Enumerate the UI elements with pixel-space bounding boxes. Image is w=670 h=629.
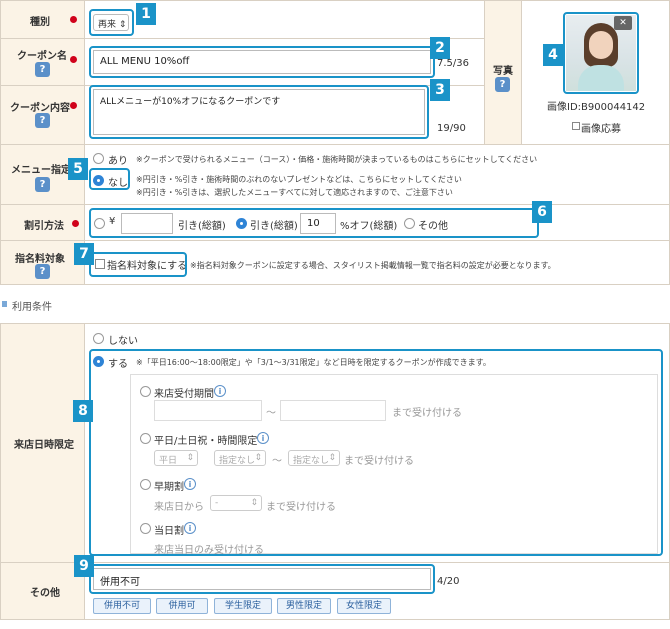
other-preset-button-1[interactable]: 併用不可 <box>93 598 151 614</box>
coupon-name-count: 7.5/36 <box>437 58 469 69</box>
badge-8: 8 <box>73 400 93 422</box>
label-discount: 割引方法 <box>24 221 64 232</box>
badge-9: 9 <box>74 555 94 577</box>
photo-apply-label: 画像応募 <box>581 124 621 135</box>
highlight-1 <box>89 9 134 36</box>
visit-none-label: しない <box>108 336 138 347</box>
menu-yes-radio[interactable] <box>93 153 104 164</box>
required-mark <box>70 56 77 63</box>
highlight-6 <box>89 208 539 238</box>
label-menu: メニュー指定 <box>11 165 71 176</box>
badge-6: 6 <box>532 201 552 223</box>
highlight-9 <box>89 564 435 594</box>
coupon-content-count: 19/90 <box>437 123 466 134</box>
highlight-2 <box>89 46 435 78</box>
label-photo: 写真 <box>493 66 513 77</box>
photo-apply-checkbox[interactable] <box>572 122 580 130</box>
menu-yes-note: ※クーポンで受けられるメニュー（コース）・価格・施術時間が決まっているものはこち… <box>136 155 538 164</box>
required-mark <box>70 102 77 109</box>
label-type: 種別 <box>30 17 50 28</box>
help-icon[interactable]: ? <box>495 77 510 92</box>
other-preset-button-3[interactable]: 学生限定 <box>214 598 272 614</box>
visit-none-radio[interactable] <box>93 333 104 344</box>
required-mark <box>72 220 79 227</box>
highlight-3 <box>89 85 429 139</box>
label-other: その他 <box>30 588 60 599</box>
highlight-7 <box>89 252 187 277</box>
other-preset-button-2[interactable]: 併用可 <box>156 598 208 614</box>
highlight-8 <box>89 349 663 556</box>
badge-7: 7 <box>74 243 94 265</box>
badge-4: 4 <box>543 44 563 66</box>
menu-no-note-1: ※円引き・%引き・施術時間のぶれのないプレゼントなどは、こちらにセットしてくださ… <box>136 175 462 184</box>
badge-2: 2 <box>430 37 450 59</box>
highlight-5 <box>89 168 130 190</box>
menu-yes-label: あり <box>108 156 128 167</box>
other-preset-button-5[interactable]: 女性限定 <box>337 598 391 614</box>
highlight-4 <box>563 12 639 94</box>
help-icon[interactable]: ? <box>35 62 50 77</box>
badge-5: 5 <box>68 158 88 180</box>
badge-3: 3 <box>430 79 450 101</box>
label-coupon-name: クーポン名 <box>17 51 67 62</box>
required-mark <box>70 16 77 23</box>
nomination-note: ※指名料対象クーポンに設定する場合、スタイリスト掲載情報一覧で指名料の設定が必要… <box>190 261 556 270</box>
section-marker <box>2 301 7 307</box>
help-icon[interactable]: ? <box>35 177 50 192</box>
label-visit: 来店日時限定 <box>14 440 74 451</box>
other-count: 4/20 <box>437 576 460 587</box>
badge-1: 1 <box>136 3 156 25</box>
photo-image-id: 画像ID:B900044142 <box>547 102 646 113</box>
label-nomination: 指名料対象 <box>15 254 65 265</box>
help-icon[interactable]: ? <box>35 264 50 279</box>
other-preset-button-4[interactable]: 男性限定 <box>277 598 331 614</box>
label-coupon-content: クーポン内容 <box>10 103 70 114</box>
help-icon[interactable]: ? <box>35 113 50 128</box>
menu-no-note-2: ※円引き・%引きは、選択したメニューすべてに対して適応されますので、ご注意下さい <box>136 188 453 197</box>
section-title: 利用条件 <box>12 302 52 313</box>
